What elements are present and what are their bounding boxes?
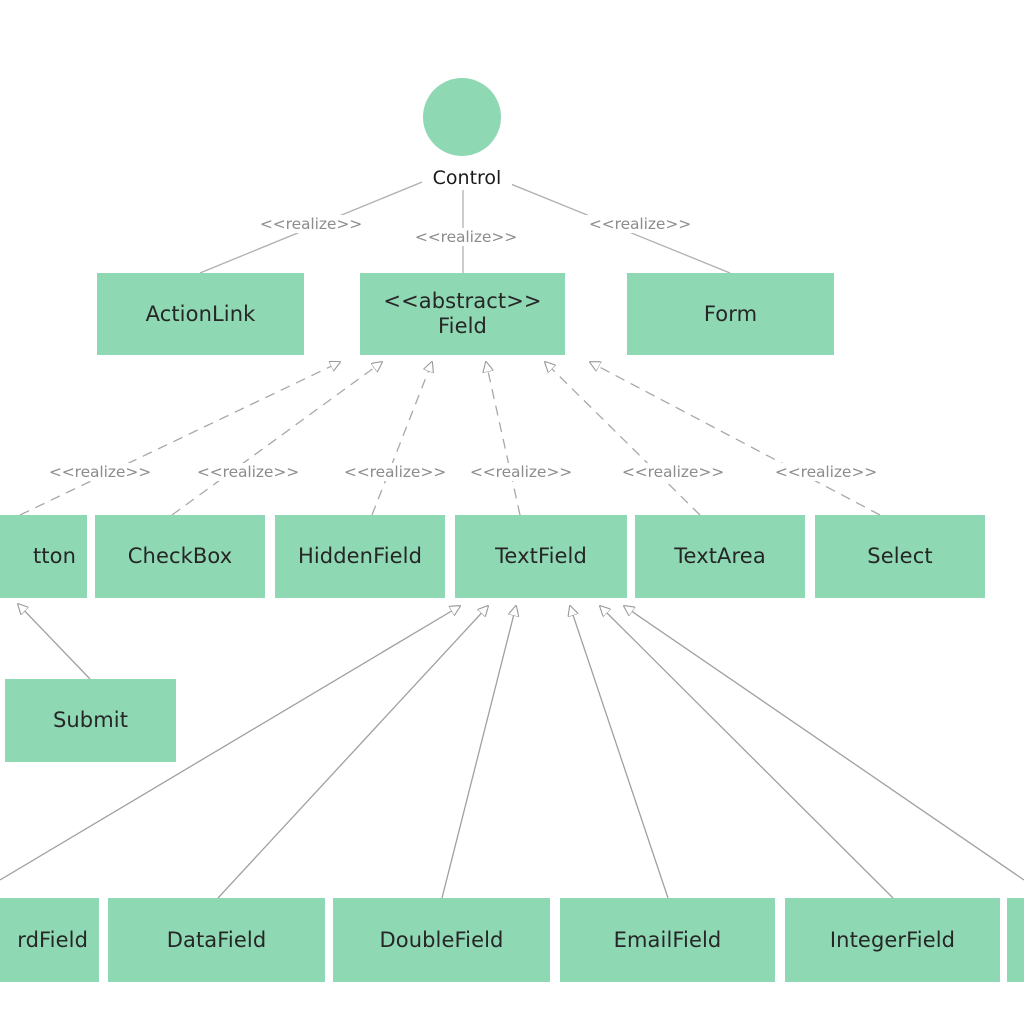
node-textfield[interactable]: TextField [455,515,627,598]
node-passwordfield-label: rdField [17,927,88,952]
uml-diagram-canvas: Control ActionLink <<abstract>> Field Fo… [0,0,1024,1024]
node-integerfield[interactable]: IntegerField [785,898,1000,982]
node-control-circle[interactable] [423,78,501,156]
node-datafield-label: DataField [166,927,267,952]
node-form-label: Form [703,301,758,326]
node-checkbox-label: CheckBox [127,544,233,569]
node-form[interactable]: Form [627,273,834,355]
realize-label-actionlink: <<realize>> [243,215,379,233]
realize-label-checkbox: <<realize>> [180,463,316,481]
node-button-label: tton [32,544,76,569]
node-submit-label: Submit [52,708,129,733]
node-textfield-label: TextField [495,544,587,569]
node-control-label: Control [422,167,512,189]
realize-label-select: <<realize>> [758,463,894,481]
realize-label-button: <<realize>> [32,463,168,481]
node-textarea-label: TextArea [674,544,766,569]
node-datafield[interactable]: DataField [108,898,325,982]
realize-label-hiddenfield: <<realize>> [327,463,463,481]
realize-label-textfield: <<realize>> [453,463,589,481]
node-select[interactable]: Select [815,515,985,598]
node-actionlink[interactable]: ActionLink [97,273,304,355]
node-hiddenfield-label: HiddenField [297,544,423,569]
node-submit[interactable]: Submit [5,679,176,762]
node-emailfield[interactable]: EmailField [560,898,775,982]
node-checkbox[interactable]: CheckBox [95,515,265,598]
node-actionlink-label: ActionLink [145,301,256,326]
node-field-label: <<abstract>> Field [383,289,542,338]
node-emailfield-label: EmailField [613,927,722,952]
node-button[interactable]: tton [0,515,87,598]
realize-label-form: <<realize>> [572,215,708,233]
node-integerfield-label: IntegerField [829,927,956,952]
node-hiddenfield[interactable]: HiddenField [275,515,445,598]
node-right-partial[interactable] [1007,898,1024,982]
node-textarea[interactable]: TextArea [635,515,805,598]
button-inherit-edges [18,604,91,680]
node-field[interactable]: <<abstract>> Field [360,273,565,355]
realize-label-textarea: <<realize>> [605,463,741,481]
node-select-label: Select [867,544,933,569]
node-passwordfield[interactable]: rdField [0,898,99,982]
node-doublefield-label: DoubleField [379,927,504,952]
node-doublefield[interactable]: DoubleField [333,898,550,982]
edge-layer [0,177,1024,899]
realize-label-field: <<realize>> [398,228,534,246]
field-realize-edges [19,362,881,516]
